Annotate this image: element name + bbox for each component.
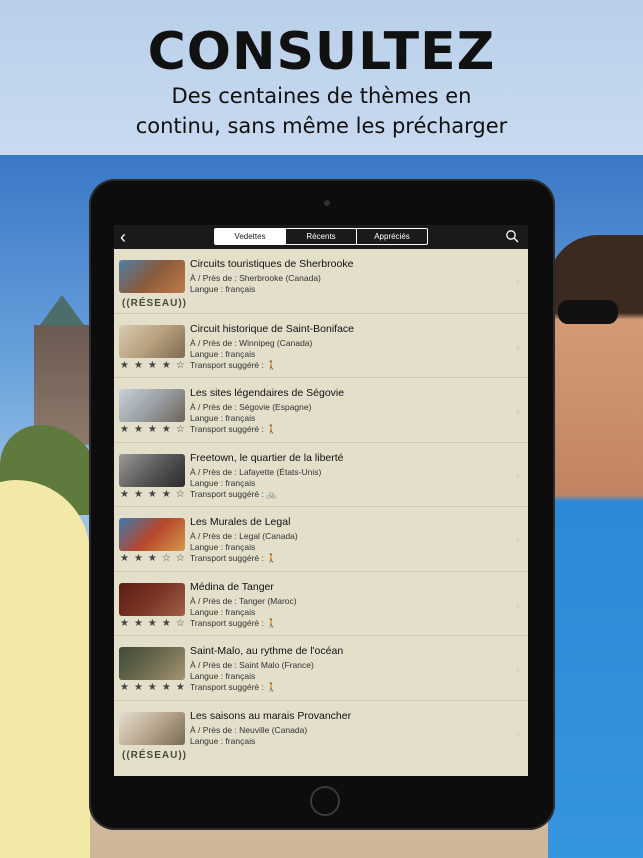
tour-location: À / Près de : Saint Malo (France) [190, 660, 314, 670]
tour-title: Saint-Malo, au rythme de l'océan [190, 645, 344, 657]
tour-language: Langue : français [190, 477, 256, 488]
tour-transport: Transport suggéré : 🚲 [190, 488, 277, 499]
list-item[interactable]: Freetown, le quartier de la liberté À / … [114, 443, 528, 507]
tour-language: Langue : français [190, 348, 256, 359]
list-item[interactable]: Les Murales de Legal À / Près de : Legal… [114, 507, 528, 572]
chevron-right-icon: › [516, 597, 520, 612]
tour-thumbnail [119, 518, 185, 551]
star-rating: ★★★★★ [120, 682, 190, 693]
tab-apprecies[interactable]: Appréciés [357, 229, 427, 244]
app-screen: ‹ Vedettes Récents Appréciés Circuits to… [114, 225, 528, 776]
star-rating: ★★★☆☆ [120, 553, 190, 564]
tour-transport: Transport suggéré : 🚶 [190, 682, 277, 692]
tour-thumbnail [119, 260, 185, 293]
promo-subtitle-line1: Des centaines de thèmes en [171, 84, 472, 108]
tour-language: Langue : français [190, 671, 256, 681]
tour-title: Les saisons au marais Provancher [190, 709, 352, 722]
tour-language: Langue : français [190, 284, 256, 294]
reseau-badge: ((RÉSEAU)) [122, 749, 187, 761]
sunglasses-shape [558, 300, 618, 324]
tour-title: Les sites légendaires de Ségovie [190, 387, 345, 399]
list-item[interactable]: Les sites légendaires de Ségovie À / Prè… [114, 378, 528, 443]
person-left-shape [0, 480, 90, 858]
chevron-right-icon: › [516, 726, 520, 741]
tab-recents[interactable]: Récents [286, 229, 357, 244]
tour-title: Freetown, le quartier de la liberté [190, 451, 344, 464]
reseau-badge: ((RÉSEAU)) [122, 298, 187, 309]
nav-bar: ‹ Vedettes Récents Appréciés [114, 225, 528, 249]
chevron-right-icon: › [516, 533, 520, 547]
promo-banner: CONSULTEZ Des centaines de thèmes en con… [0, 0, 643, 155]
tour-transport: Transport suggéré : 🚶 [190, 617, 277, 628]
list-item[interactable]: Les saisons au marais Provancher À / Prè… [114, 701, 528, 766]
tour-language: Langue : français [190, 606, 256, 617]
tour-location: À / Près de : Ségovie (Espagne) [190, 402, 312, 412]
promo-headline: CONSULTEZ [147, 22, 496, 82]
tour-location: À / Près de : Sherbrooke (Canada) [190, 273, 321, 283]
tour-thumbnail [119, 582, 185, 616]
tab-vedettes[interactable]: Vedettes [215, 229, 286, 244]
person-right-shape [548, 235, 643, 858]
star-rating: ★★★★☆ [120, 488, 190, 500]
tour-thumbnail [119, 711, 185, 745]
tour-list: Circuits touristiques de Sherbrooke À / … [114, 249, 528, 765]
tour-transport: Transport suggéré : 🚶 [190, 424, 277, 434]
chevron-right-icon: › [516, 275, 520, 289]
tour-title: Circuit historique de Saint-Boniface [190, 322, 355, 335]
camera-dot [324, 200, 330, 206]
tour-transport: Transport suggéré : 🚶 [190, 359, 277, 370]
star-rating: ★★★★☆ [120, 617, 190, 629]
tour-location: À / Près de : Lafayette (États-Unis) [190, 466, 322, 477]
chevron-right-icon: › [516, 468, 520, 483]
star-rating: ★★★★☆ [120, 424, 190, 435]
chevron-right-icon: › [516, 339, 520, 354]
tour-thumbnail [119, 389, 185, 422]
chevron-right-icon: › [516, 404, 520, 418]
tour-language: Langue : français [190, 735, 256, 746]
tour-title: Circuits touristiques de Sherbrooke [190, 258, 354, 270]
promo-subtitle-line2: continu, sans même les précharger [135, 114, 508, 138]
chevron-right-icon: › [516, 662, 520, 676]
star-rating: ★★★★☆ [120, 359, 190, 371]
segmented-control: Vedettes Récents Appréciés [214, 228, 428, 245]
tour-thumbnail [119, 324, 185, 358]
home-button[interactable] [310, 786, 340, 816]
list-item[interactable]: Médina de Tanger À / Près de : Tanger (M… [114, 572, 528, 636]
list-item[interactable]: Saint-Malo, au rythme de l'océan À / Prè… [114, 636, 528, 701]
tour-thumbnail [119, 453, 185, 487]
tour-location: À / Près de : Tanger (Maroc) [190, 595, 297, 606]
tour-title: Médina de Tanger [190, 580, 274, 593]
tour-location: À / Près de : Legal (Canada) [190, 531, 298, 541]
list-item[interactable]: Circuit historique de Saint-Boniface À /… [114, 314, 528, 378]
tour-language: Langue : français [190, 413, 256, 423]
tour-language: Langue : français [190, 542, 256, 552]
tour-location: À / Près de : Winnipeg (Canada) [190, 337, 313, 348]
tour-location: À / Près de : Neuville (Canada) [190, 724, 308, 735]
list-item[interactable]: Circuits touristiques de Sherbrooke À / … [114, 249, 528, 314]
search-icon[interactable] [505, 229, 519, 243]
tour-title: Les Murales de Legal [190, 516, 291, 528]
back-chevron-icon[interactable]: ‹ [120, 226, 126, 248]
tour-transport: Transport suggéré : 🚶 [190, 553, 277, 563]
tour-thumbnail [119, 647, 185, 680]
